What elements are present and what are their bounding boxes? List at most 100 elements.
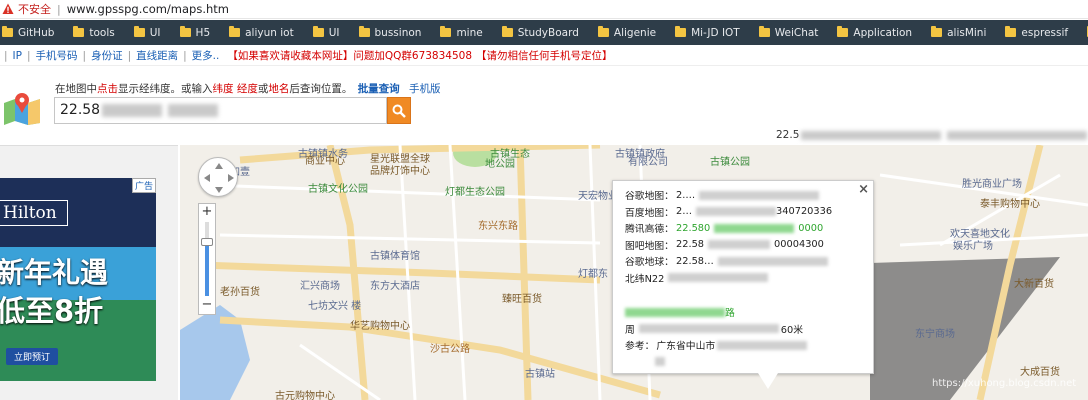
ad-discount: 低至8折 — [0, 294, 104, 328]
bookmark-14[interactable]: espressif — [1005, 26, 1068, 39]
location-info-popup: × 谷歌地图： 2.… 百度地图： 2… 340720336 腾讯高德： 22.580 0… — [612, 180, 874, 374]
nav-ip[interactable]: IP — [13, 50, 22, 62]
popup-row-google: 谷歌地图： 2.… — [625, 187, 861, 204]
bookmark-12[interactable]: Application — [837, 26, 912, 39]
folder-icon — [229, 26, 241, 37]
map-label[interactable]: 地公园 — [485, 155, 515, 170]
map-label[interactable]: 古镇公园 — [710, 153, 750, 168]
folder-icon — [597, 26, 609, 37]
map-label[interactable]: 大成百货 — [1020, 363, 1060, 378]
popup-row-tencent: 腾讯高德： 22.580 0000 — [625, 222, 824, 236]
map-pan-control[interactable] — [198, 157, 238, 197]
folder-icon — [1005, 26, 1017, 37]
map-label[interactable]: 古镇文化公园 — [308, 180, 368, 195]
pan-arrows-icon — [204, 163, 234, 193]
map-label[interactable]: 华艺购物中心 — [350, 317, 410, 332]
ad-headline: 新年礼遇 — [0, 256, 109, 289]
map-label[interactable]: 胜光商业广场 — [962, 175, 1022, 190]
zoom-in-button[interactable]: + — [199, 204, 215, 220]
bookmark-5[interactable]: UI — [312, 26, 340, 39]
search-icon — [392, 104, 406, 118]
bookmark-4[interactable]: aliyun iot — [229, 26, 294, 39]
zoom-out-button[interactable]: − — [199, 298, 215, 314]
map-label[interactable]: 古元购物中心 — [275, 387, 335, 400]
map-label[interactable]: 大新百货 — [1014, 275, 1054, 290]
folder-icon — [358, 26, 370, 37]
map-label[interactable]: 汇兴商场 — [300, 277, 340, 292]
map-label[interactable]: 灯都东 — [578, 265, 608, 280]
map-label[interactable]: 臻旺百货 — [502, 290, 542, 305]
coordinate-strip: 22.505 — [776, 129, 1088, 141]
batch-query-link[interactable]: 批量查询 — [358, 83, 400, 95]
popup-address-link[interactable]: 路 — [625, 304, 861, 321]
notice-warning: 【请勿相信任何手机号定位】 — [476, 50, 613, 62]
folder-icon — [179, 26, 191, 37]
mobile-version-link[interactable]: 手机版 — [409, 83, 441, 95]
bookmark-6[interactable]: bussinon — [358, 26, 421, 39]
map-label[interactable]: 老孙百货 — [220, 283, 260, 298]
folder-icon — [837, 26, 849, 37]
popup-row-earth: 谷歌地球： 22.58… — [625, 253, 861, 270]
search-area: 在地图中点击显示经纬度。或输入纬度 经度或地名后查询位置。 批量查询 手机版 2… — [0, 74, 1088, 144]
bookmark-7[interactable]: mine — [440, 26, 483, 39]
nav-more[interactable]: 更多.. — [192, 48, 220, 63]
hilton-ad[interactable]: 广告 Hilton 新年礼遇 低至8折 立即预订 — [0, 178, 156, 381]
bookmark-2[interactable]: UI — [133, 26, 161, 39]
map-label[interactable]: 灯都生态公园 — [445, 183, 505, 198]
notice-qq: 【如果喜欢请收藏本网址】问题加QQ群673834508 — [227, 50, 473, 62]
url-text[interactable]: www.gpsspg.com/maps.htm — [67, 2, 229, 16]
map-label[interactable]: 东宁商场 — [915, 325, 955, 340]
nav-idcard[interactable]: 身份证 — [91, 48, 123, 63]
popup-row-dms: 北纬N22 — [625, 270, 861, 287]
ad-book-button[interactable]: 立即预订 — [6, 348, 59, 365]
map-label[interactable]: 东方大酒店 — [370, 277, 420, 292]
folder-icon — [931, 26, 943, 37]
zoom-slider-handle[interactable] — [201, 238, 213, 246]
map-label[interactable]: 古镇站 — [525, 365, 555, 380]
bookmark-13[interactable]: alisMini — [931, 26, 986, 39]
site-nav: | IP | 手机号码 | 身份证 | 直线距离 | 更多.. 【如果喜欢请收藏本网址】… — [0, 46, 1088, 66]
folder-icon — [312, 26, 324, 37]
folder-icon — [73, 26, 85, 37]
watermark: https://xuhong.blog.csdn.net — [932, 378, 1077, 389]
bookmark-1[interactable]: tools — [73, 26, 115, 39]
bookmark-3[interactable]: H5 — [179, 26, 210, 39]
map-label[interactable]: 沙古公路 — [430, 340, 470, 355]
search-button[interactable] — [387, 97, 411, 124]
popup-row-mapbar: 图吧地图： 22.58 00004300 — [625, 239, 824, 252]
bookmark-9[interactable]: Aligenie — [597, 26, 656, 39]
map-zoom-control[interactable]: + − — [198, 203, 216, 315]
search-hint: 在地图中点击显示经纬度。或输入纬度 经度或地名后查询位置。 批量查询 手机版 — [55, 83, 441, 95]
folder-icon — [501, 26, 513, 37]
bookmark-0[interactable]: GitHub — [2, 26, 54, 39]
nav-distance[interactable]: 直线距离 — [136, 48, 178, 63]
popup-nearby: 周 60米 — [625, 324, 804, 336]
bookmark-11[interactable]: WeiChat — [758, 26, 818, 39]
folder-icon — [675, 26, 687, 37]
popup-pointer — [758, 373, 778, 389]
folder-icon — [440, 26, 452, 37]
ad-brand: Hilton — [0, 200, 68, 226]
coordinate-search-input[interactable]: 22.58 — [54, 97, 387, 124]
map-label[interactable]: 东兴东路 — [478, 217, 518, 232]
folder-icon — [133, 26, 145, 37]
map-label[interactable]: 商业中心 — [305, 152, 345, 167]
warning-icon — [2, 3, 14, 14]
map-logo-icon — [4, 93, 40, 125]
insecure-label: 不安全 — [18, 3, 51, 16]
folder-icon — [758, 26, 770, 37]
ad-tag: 广告 — [131, 178, 156, 193]
map-label[interactable]: 泰丰购物中心 — [980, 195, 1040, 210]
bookmark-10[interactable]: Mi-JD IOT — [675, 26, 740, 39]
map-label[interactable]: 娱乐广场 — [953, 237, 993, 252]
left-sidebar: 广告 Hilton 新年礼遇 低至8折 立即预订 — [0, 145, 178, 400]
bookmark-8[interactable]: StudyBoard — [501, 26, 579, 39]
nav-phone[interactable]: 手机号码 — [36, 48, 78, 63]
map-label[interactable]: 七坊文兴 楼 — [308, 297, 361, 312]
map-label[interactable]: 古镇体育馆 — [370, 247, 420, 262]
map-label[interactable]: 有限公司 — [628, 153, 668, 168]
close-icon[interactable]: × — [858, 182, 869, 197]
bookmarks-bar: GitHub tools UI H5 aliyun iot UI bussinon mine S… — [0, 20, 1088, 45]
address-bar[interactable]: 不安全 | www.gpsspg.com/maps.htm — [0, 0, 1088, 19]
map-label[interactable]: 品牌灯饰中心 — [370, 162, 430, 177]
